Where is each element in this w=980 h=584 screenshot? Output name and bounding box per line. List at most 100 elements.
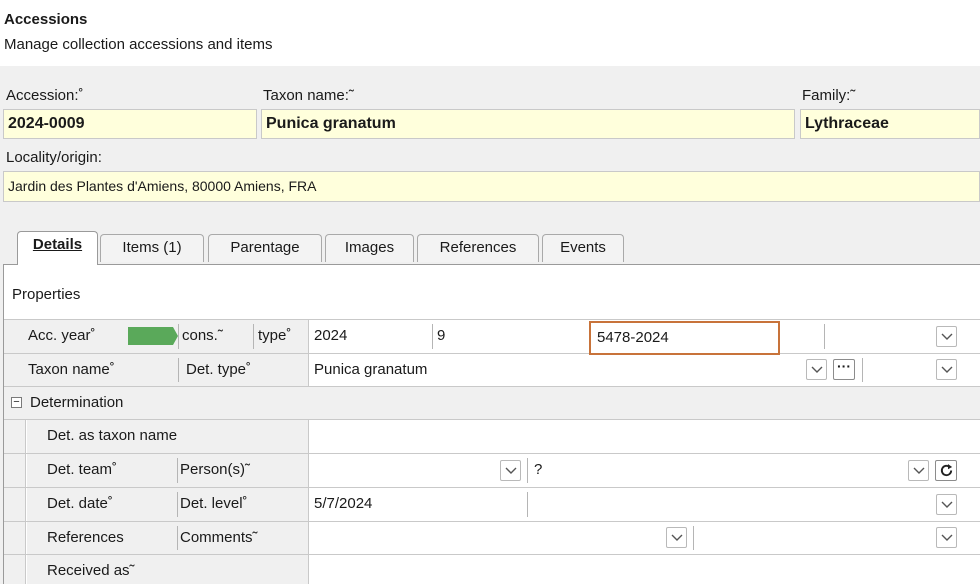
type-field-focus[interactable]: 5478-2024 [589, 321, 780, 355]
properties-header: Properties [12, 286, 81, 303]
grid-row-label-area: Det. team˚ Person(s)˜ [27, 454, 309, 487]
divider [824, 324, 825, 349]
tab-references-label: References [439, 239, 517, 256]
chevron-down-icon [671, 534, 683, 541]
det-team-dropdown-button[interactable] [500, 460, 521, 481]
refresh-persons-button[interactable] [935, 460, 957, 481]
indent-gutter [4, 555, 26, 584]
grid-row-acc-year: Acc. year˚ cons.˜ type˚ 2024 9 5478-2024 [4, 320, 980, 355]
divider [527, 458, 528, 483]
page-header: Accessions Manage collection accessions … [0, 0, 980, 66]
cons-label: cons.˜ [182, 327, 223, 344]
chevron-down-icon [941, 501, 953, 508]
persons-label: Person(s)˜ [180, 461, 251, 478]
det-team-label: Det. team˚ [47, 461, 118, 478]
det-type-dropdown-button[interactable] [936, 359, 957, 380]
tab-images[interactable]: Images [325, 234, 414, 262]
cons-value[interactable]: 9 [433, 320, 583, 353]
page-subtitle: Manage collection accessions and items [4, 36, 273, 53]
det-type-label: Det. type˚ [186, 361, 252, 378]
grid-row-label-area: References Comments˜ [27, 522, 309, 554]
chevron-down-icon [505, 467, 517, 474]
taxon-name-label: Taxon name:˜ [263, 87, 354, 104]
divider [527, 492, 528, 517]
accession-field[interactable]: 2024-0009 [3, 109, 257, 139]
tab-items-label: Items (1) [122, 239, 182, 256]
acc-year-label: Acc. year˚ [28, 327, 96, 344]
indent-gutter [4, 454, 26, 487]
grid-row-label-area: Det. as taxon name [27, 420, 309, 453]
refresh-icon [940, 463, 953, 477]
status-indicator [128, 327, 178, 345]
grid-row-taxon-name: Taxon name˚ Det. type˚ Punica granatum ·… [4, 354, 980, 387]
det-level-dropdown-button[interactable] [936, 494, 957, 515]
type-value[interactable]: 5478-2024 [593, 323, 669, 353]
persons-value[interactable]: ? [530, 454, 900, 487]
grid-row-det-as-taxon: Det. as taxon name [4, 420, 980, 454]
tab-events-label: Events [560, 239, 606, 256]
divider [862, 358, 863, 382]
chevron-down-icon [941, 366, 953, 373]
comments-dropdown-button[interactable] [936, 527, 957, 548]
comments-label: Comments˜ [180, 529, 258, 546]
grid-group-determination[interactable]: − Determination [4, 387, 980, 420]
det-date-label: Det. date˚ [47, 495, 113, 512]
tab-images-label: Images [344, 239, 395, 256]
collapse-icon[interactable]: − [11, 397, 22, 408]
tab-events[interactable]: Events [542, 234, 624, 262]
indent-gutter [4, 420, 26, 453]
chevron-down-icon [913, 467, 925, 474]
det-date-value[interactable]: 5/7/2024 [310, 488, 524, 521]
determination-label: Determination [30, 394, 124, 411]
acc-year-value[interactable]: 2024 [310, 320, 432, 353]
references-label: References [47, 529, 124, 546]
divider [693, 526, 694, 550]
taxon-lookup-button[interactable]: ··· [833, 359, 855, 380]
locality-label: Locality/origin: [6, 149, 102, 166]
tab-details[interactable]: Details [17, 231, 98, 265]
taxon-name-value[interactable]: Punica granatum [310, 354, 790, 386]
divider [177, 526, 178, 550]
chevron-down-icon [941, 534, 953, 541]
grid-row-references: References Comments˜ [4, 522, 980, 555]
received-as-value[interactable] [310, 555, 980, 584]
taxon-name-row-label: Taxon name˚ [28, 361, 115, 378]
persons-dropdown-button[interactable] [908, 460, 929, 481]
det-level-label: Det. level˚ [180, 495, 248, 512]
chevron-down-icon [941, 333, 953, 340]
grid-row-label-area: Det. date˚ Det. level˚ [27, 488, 309, 521]
chevron-down-icon [811, 366, 823, 373]
grid-row-received-as: Received as˜ [4, 555, 980, 584]
indent-gutter [4, 522, 26, 554]
received-as-label: Received as˜ [47, 562, 135, 579]
indent-gutter [4, 488, 26, 521]
family-field[interactable]: Lythraceae [800, 109, 980, 139]
det-as-taxon-label: Det. as taxon name [47, 427, 178, 444]
grid-row-det-date: Det. date˚ Det. level˚ 5/7/2024 [4, 488, 980, 522]
type-label: type˚ [258, 327, 292, 344]
ellipsis-icon: ··· [837, 358, 851, 374]
divider [253, 324, 254, 349]
tab-references[interactable]: References [417, 234, 539, 262]
tab-details-label: Details [32, 236, 83, 253]
tab-items[interactable]: Items (1) [100, 234, 204, 262]
references-dropdown-button[interactable] [666, 527, 687, 548]
locality-field[interactable]: Jardin des Plantes d'Amiens, 80000 Amien… [3, 171, 980, 202]
divider [178, 324, 179, 349]
divider [178, 358, 179, 382]
accession-label: Accession:˚ [6, 87, 84, 104]
taxon-name-dropdown-button[interactable] [806, 359, 827, 380]
tab-parentage-label: Parentage [230, 239, 300, 256]
grid-row-det-team: Det. team˚ Person(s)˜ ? [4, 454, 980, 488]
det-as-taxon-value[interactable] [310, 420, 980, 453]
grid-row-label-area: Acc. year˚ cons.˜ type˚ [4, 320, 309, 353]
page-title: Accessions [4, 11, 88, 28]
type-dropdown-button[interactable] [936, 326, 957, 347]
grid-row-label-area: Received as˜ [27, 555, 309, 584]
grid-row-label-area: Taxon name˚ Det. type˚ [4, 354, 309, 386]
divider [177, 492, 178, 517]
taxon-name-field[interactable]: Punica granatum [261, 109, 795, 139]
family-label: Family:˜ [802, 87, 856, 104]
divider [177, 458, 178, 483]
tab-parentage[interactable]: Parentage [208, 234, 322, 262]
